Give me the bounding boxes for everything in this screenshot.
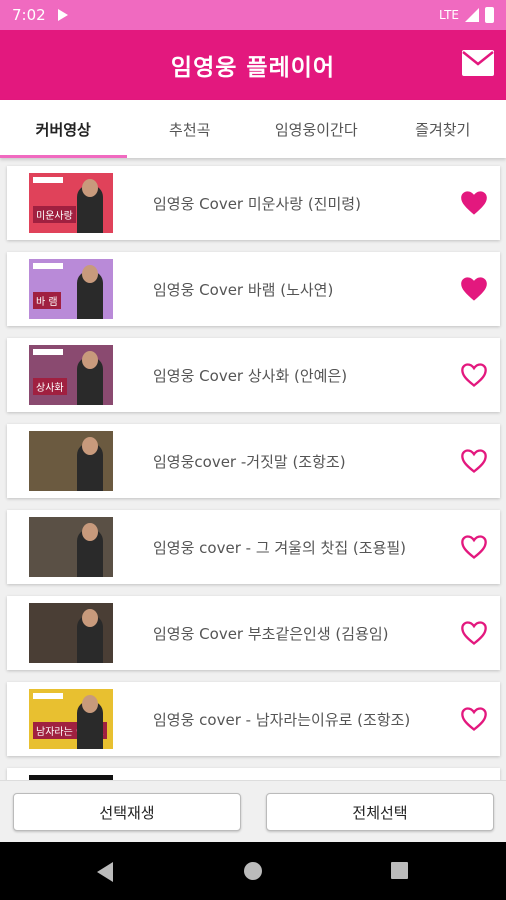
app-bar: 임영웅 플레이어 xyxy=(0,30,506,100)
recents-icon[interactable] xyxy=(390,861,409,880)
thumbnail-caption: 상사화 xyxy=(33,378,67,395)
thumbnail-caption: 바 램 xyxy=(33,292,61,309)
play-selected-button[interactable]: 선택재생 xyxy=(13,793,241,831)
song-title: 임영웅 Cover 부초같은인생 (김용임) xyxy=(153,624,389,643)
heart-filled-icon[interactable] xyxy=(460,190,488,216)
battery-icon xyxy=(485,7,494,23)
song-item[interactable]: 임영웅 cover - 그 겨울의 찻집 (조용필) xyxy=(7,510,500,584)
song-thumbnail: 남자라는 이유로 xyxy=(29,689,113,749)
song-item-partial[interactable] xyxy=(7,768,500,780)
song-item[interactable]: 바 램 임영웅 Cover 바램 (노사연) xyxy=(7,252,500,326)
thumbnail-caption: 미운사랑 xyxy=(33,206,76,223)
heart-outline-icon[interactable] xyxy=(460,706,488,732)
bottom-action-bar: 선택재생 전체선택 xyxy=(0,780,506,842)
song-thumbnail xyxy=(29,517,113,577)
song-item[interactable]: 미운사랑 임영웅 Cover 미운사랑 (진미령) xyxy=(7,166,500,240)
song-thumbnail: 상사화 xyxy=(29,345,113,405)
song-thumbnail xyxy=(29,431,113,491)
play-store-icon xyxy=(57,9,68,21)
status-bar: 7:02 LTE xyxy=(0,0,506,30)
song-title: 임영웅 cover - 그 겨울의 찻집 (조용필) xyxy=(153,538,407,557)
signal-icon xyxy=(465,8,479,22)
tab-cover-videos[interactable]: 커버영상 xyxy=(0,100,127,158)
song-thumbnail: 바 램 xyxy=(29,259,113,319)
song-title: 임영웅 Cover 바램 (노사연) xyxy=(153,280,334,299)
tab-favorites[interactable]: 즐겨찾기 xyxy=(380,100,506,158)
song-title: 임영웅cover -거짓말 (조항조) xyxy=(153,452,346,471)
song-thumbnail: 미운사랑 xyxy=(29,173,113,233)
song-title: 임영웅 Cover 상사화 (안예은) xyxy=(153,366,348,385)
song-item[interactable]: 임영웅cover -거짓말 (조항조) xyxy=(7,424,500,498)
tab-recommended[interactable]: 추천곡 xyxy=(127,100,254,158)
heart-filled-icon[interactable] xyxy=(460,276,488,302)
song-list[interactable]: 미운사랑 임영웅 Cover 미운사랑 (진미령) 바 램 임영웅 Cover … xyxy=(0,158,506,780)
mail-icon[interactable] xyxy=(462,50,494,76)
song-thumbnail xyxy=(29,603,113,663)
select-all-button[interactable]: 전체선택 xyxy=(266,793,494,831)
song-item[interactable]: 상사화 임영웅 Cover 상사화 (안예은) xyxy=(7,338,500,412)
song-title: 임영웅 cover - 남자라는이유로 (조항조) xyxy=(153,710,411,729)
network-label: LTE xyxy=(439,8,459,22)
heart-outline-icon[interactable] xyxy=(460,620,488,646)
heart-outline-icon[interactable] xyxy=(460,448,488,474)
status-right: LTE xyxy=(439,7,494,23)
system-nav-bar xyxy=(0,842,506,900)
heart-outline-icon[interactable] xyxy=(460,362,488,388)
tab-lim-goes[interactable]: 임영웅이간다 xyxy=(253,100,380,158)
home-icon[interactable] xyxy=(243,861,263,881)
status-time: 7:02 xyxy=(12,6,46,24)
tab-bar: 커버영상 추천곡 임영웅이간다 즐겨찾기 xyxy=(0,100,506,158)
song-item[interactable]: 임영웅 Cover 부초같은인생 (김용임) xyxy=(7,596,500,670)
song-title: 임영웅 Cover 미운사랑 (진미령) xyxy=(153,194,361,213)
back-icon[interactable] xyxy=(95,861,115,883)
app-title: 임영웅 플레이어 xyxy=(170,55,336,81)
heart-outline-icon[interactable] xyxy=(460,534,488,560)
song-item[interactable]: 남자라는 이유로 임영웅 cover - 남자라는이유로 (조항조) xyxy=(7,682,500,756)
